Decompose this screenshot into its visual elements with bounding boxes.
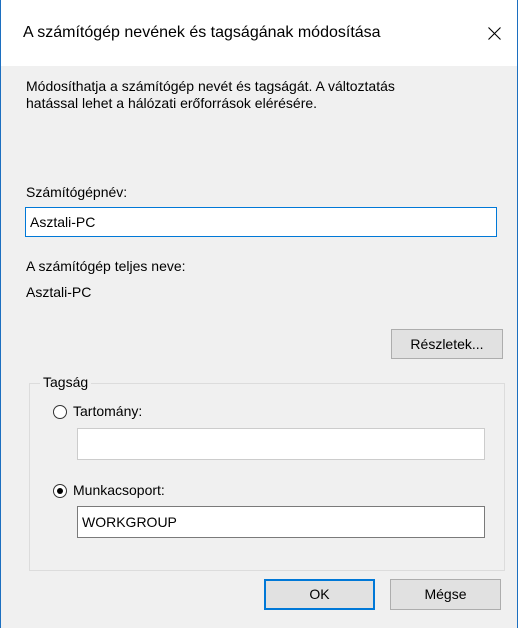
computer-name-input[interactable]: Asztali-PC — [25, 207, 497, 237]
computer-name-label: Számítógépnév: — [26, 184, 128, 200]
full-name-value: Asztali-PC — [26, 284, 92, 300]
dialog-body: Módosíthatja a számítógép nevét és tagsá… — [1, 66, 517, 628]
workgroup-label[interactable]: Munkacsoport: — [73, 482, 165, 498]
cancel-button[interactable]: Mégse — [390, 579, 501, 610]
close-icon — [488, 27, 501, 40]
domain-radio[interactable] — [53, 405, 67, 419]
close-button[interactable] — [471, 14, 517, 52]
dialog-title: A számítógép nevének és tagságának módos… — [23, 24, 381, 41]
change-computer-name-dialog: A számítógép nevének és tagságának módos… — [0, 0, 518, 628]
full-name-label: A számítógép teljes neve: — [26, 258, 186, 274]
domain-input[interactable] — [77, 428, 485, 460]
radio-selected-dot — [57, 488, 63, 494]
membership-legend: Tagság — [40, 374, 92, 390]
description-text: Módosíthatja a számítógép nevét és tagsá… — [26, 78, 395, 111]
workgroup-input[interactable]: WORKGROUP — [77, 506, 485, 538]
domain-label[interactable]: Tartomány: — [73, 403, 142, 419]
details-button[interactable]: Részletek... — [391, 329, 503, 359]
ok-button[interactable]: OK — [264, 579, 375, 610]
workgroup-radio[interactable] — [53, 484, 67, 498]
title-bar: A számítógép nevének és tagságának módos… — [1, 0, 517, 66]
